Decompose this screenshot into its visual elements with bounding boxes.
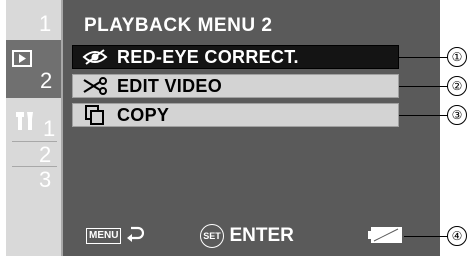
menu-button-label: MENU xyxy=(86,227,122,244)
callout-4: ④ xyxy=(447,226,467,246)
menu-item-label: EDIT VIDEO xyxy=(117,75,223,96)
callout-1: ① xyxy=(447,47,467,67)
callout-leader xyxy=(399,57,449,58)
page-title: PLAYBACK MENU 2 xyxy=(84,15,273,36)
callout-leader xyxy=(399,86,449,87)
tab-label: 2 xyxy=(40,68,53,93)
scissors-icon xyxy=(73,74,117,98)
tab-playback-2[interactable]: 2 xyxy=(6,40,63,98)
tab-label: 1 xyxy=(43,116,56,141)
copy-icon xyxy=(73,103,117,127)
return-arrow-icon xyxy=(126,226,144,246)
battery-icon xyxy=(368,226,404,249)
menu-item-copy[interactable]: COPY xyxy=(72,103,399,127)
callout-2: ② xyxy=(447,76,467,96)
menu-item-edit-video[interactable]: EDIT VIDEO xyxy=(72,74,399,98)
tab-setup-2[interactable]: 2 xyxy=(6,142,63,167)
camera-screen: 1 2 1 2 3 PLAYBACK MENU 2 RED-EYE CORREC… xyxy=(0,0,440,256)
setup-tools-icon xyxy=(15,110,39,137)
menu-item-label: RED-EYE CORRECT. xyxy=(117,46,299,67)
enter-button[interactable]: SET ENTER xyxy=(200,224,294,248)
red-eye-icon xyxy=(73,45,117,69)
callout-3: ③ xyxy=(447,105,467,125)
menu-panel xyxy=(63,0,440,256)
tab-label: 2 xyxy=(39,142,52,167)
callout-leader xyxy=(399,115,449,116)
tab-setup-1[interactable]: 1 xyxy=(6,104,63,141)
tab-column: 1 2 1 2 3 xyxy=(6,0,63,256)
menu-item-red-eye-correct[interactable]: RED-EYE CORRECT. xyxy=(72,45,399,69)
menu-item-label: COPY xyxy=(117,104,170,125)
tab-label: 3 xyxy=(39,167,52,192)
tab-label: 1 xyxy=(39,11,52,36)
playback-icon xyxy=(12,50,32,72)
enter-label: ENTER xyxy=(229,225,294,246)
menu-back-button[interactable]: MENU xyxy=(86,224,144,247)
callout-leader xyxy=(404,236,449,237)
tab-playback-1[interactable]: 1 xyxy=(6,8,63,38)
set-button-label: SET xyxy=(200,224,224,248)
tab-setup-3[interactable]: 3 xyxy=(6,167,63,192)
